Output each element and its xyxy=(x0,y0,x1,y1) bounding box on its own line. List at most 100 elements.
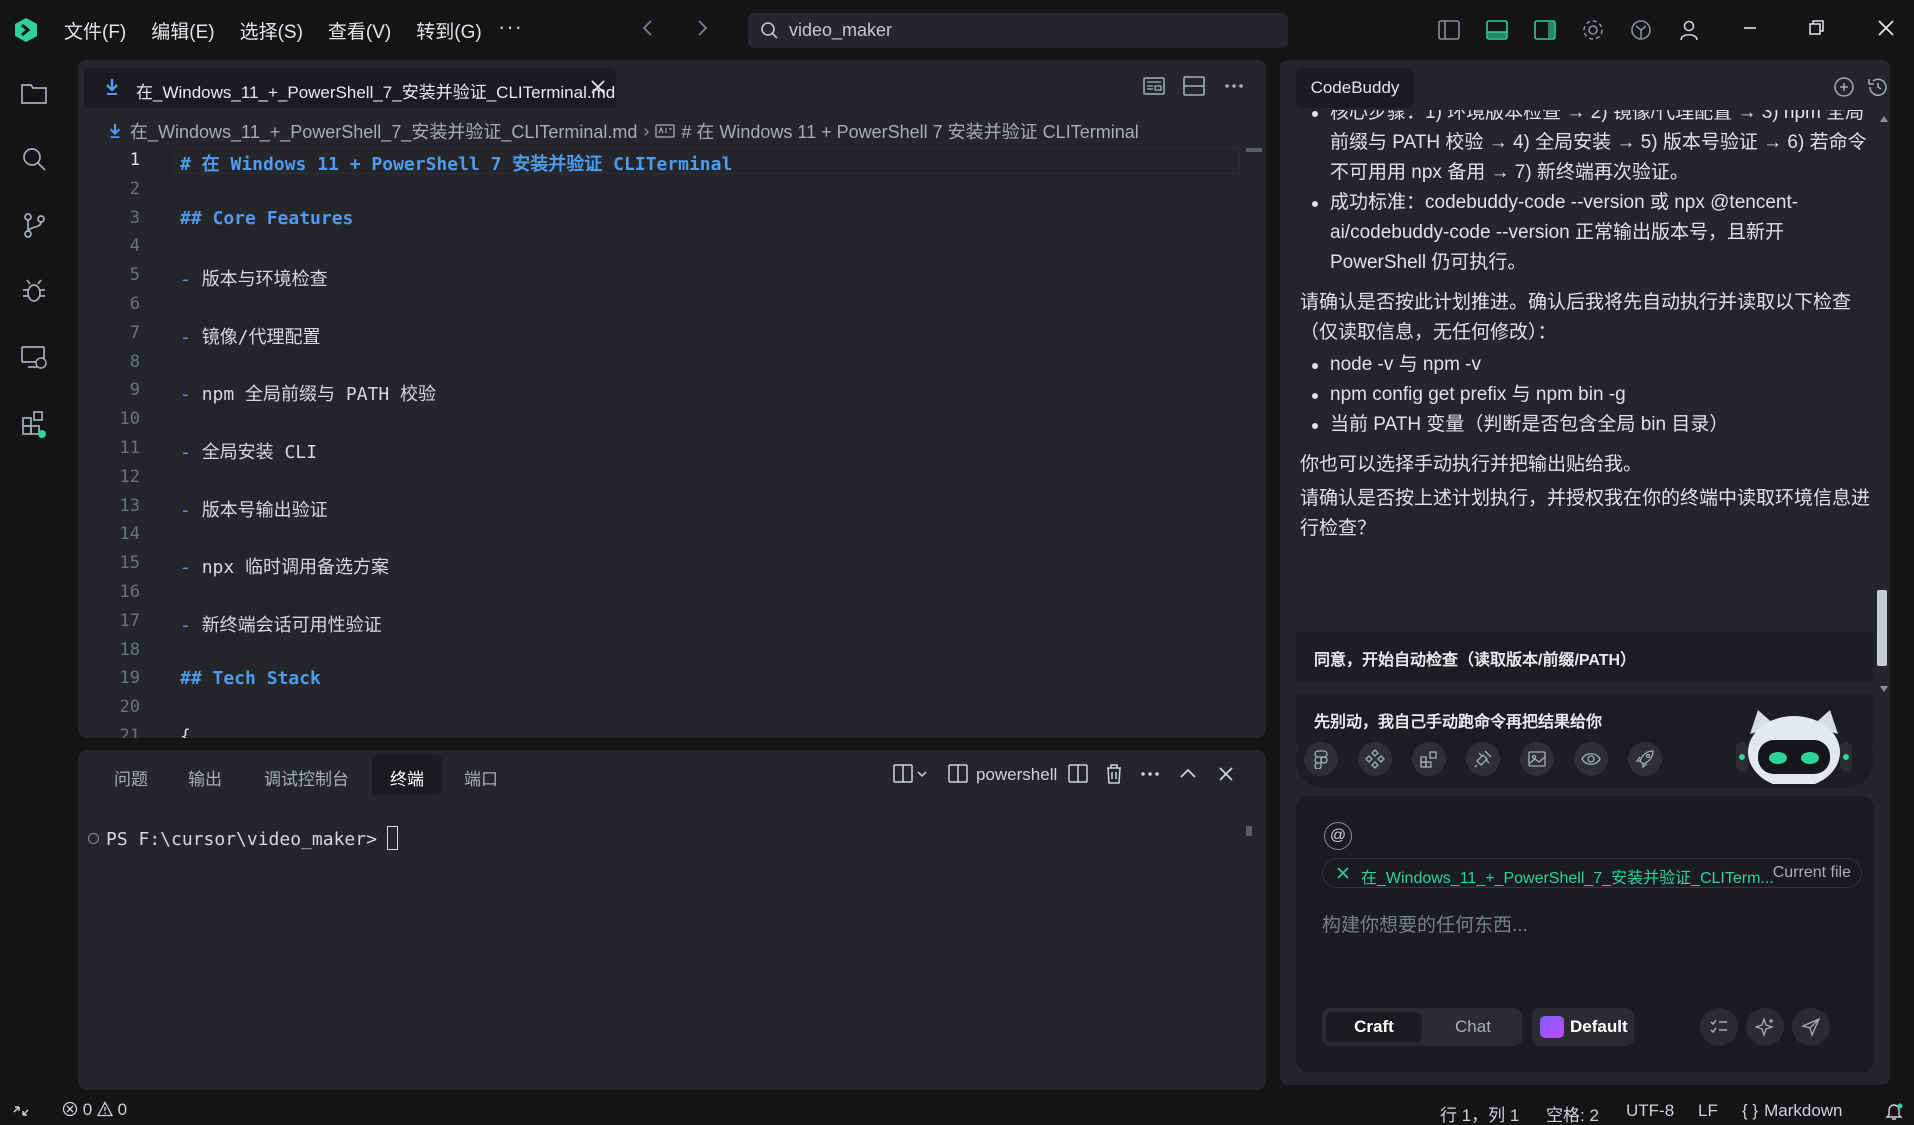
code-line: - npx 临时调用备选方案 xyxy=(180,553,389,579)
tab-terminal[interactable]: 终端 xyxy=(390,765,424,790)
open-preview-icon[interactable] xyxy=(1142,74,1166,98)
search-icon[interactable] xyxy=(19,144,49,174)
status-indentation[interactable]: 空格: 2 xyxy=(1546,1101,1599,1125)
explorer-folder-icon[interactable] xyxy=(19,78,49,108)
restore-window-icon[interactable] xyxy=(1802,14,1830,42)
new-terminal-dropdown-icon[interactable] xyxy=(892,762,932,786)
tab-problems[interactable]: 问题 xyxy=(114,765,148,790)
menu-bar: 文件(F) 编辑(E) 选择(S) 查看(V) 转到(G) xyxy=(64,17,507,44)
close-tab-icon[interactable] xyxy=(590,79,606,95)
terminal-output[interactable]: PS F:\cursor\video_maker> xyxy=(88,826,398,850)
chat-prompt-input[interactable] xyxy=(1322,906,1842,946)
list-bullet: - xyxy=(180,499,202,521)
tab-output[interactable]: 输出 xyxy=(188,765,222,790)
menu-goto[interactable]: 转到(G) xyxy=(416,17,481,44)
breadcrumb-file[interactable]: 在_Windows_11_+_PowerShell_7_安装并验证_CLITer… xyxy=(130,118,637,144)
mention-button[interactable]: @ xyxy=(1324,822,1352,850)
warning-count: 0 xyxy=(117,1100,128,1119)
close-panel-icon[interactable] xyxy=(1214,762,1238,786)
maximize-panel-chevron-up-icon[interactable] xyxy=(1176,762,1200,786)
account-user-icon[interactable] xyxy=(1676,17,1702,43)
menu-more-button[interactable]: ··· xyxy=(498,14,523,40)
back-arrow-icon[interactable] xyxy=(636,16,660,40)
code-line: - 镜像/代理配置 xyxy=(180,323,321,349)
close-window-icon[interactable] xyxy=(1872,14,1900,42)
status-cursor-position[interactable]: 行 1，列 1 xyxy=(1440,1101,1519,1125)
mode-craft-button[interactable]: Craft xyxy=(1326,1012,1422,1042)
toggle-secondary-sidebar-icon[interactable] xyxy=(1532,17,1558,43)
components-tool-button[interactable] xyxy=(1358,742,1392,776)
breadcrumb-symbol[interactable]: # 在 Windows 11 + PowerShell 7 安装并验证 CLIT… xyxy=(681,118,1138,144)
line-number: 14 xyxy=(119,524,140,545)
new-chat-icon[interactable] xyxy=(1832,75,1856,99)
source-control-icon[interactable] xyxy=(19,210,49,240)
line-number: 17 xyxy=(119,610,140,631)
extensions-blocks-icon[interactable] xyxy=(19,408,49,438)
notifications-bell-icon[interactable] xyxy=(1884,1101,1904,1121)
figma-tool-button[interactable] xyxy=(1304,742,1338,776)
settings-gear-icon[interactable] xyxy=(1580,17,1606,43)
panel-more-icon[interactable] xyxy=(1138,762,1162,786)
scroll-up-arrow-icon[interactable] xyxy=(1880,116,1888,122)
deploy-tool-button[interactable] xyxy=(1628,742,1662,776)
code-editor[interactable]: 1 # 在 Windows 11 + PowerShell 7 安装并验证 CLI… xyxy=(78,146,1266,738)
tab-debug-console[interactable]: 调试控制台 xyxy=(264,765,349,790)
editor-tab[interactable]: 在_Windows_11_+_PowerShell_7_安装并验证_CLITer… xyxy=(84,68,616,108)
preview-tool-button[interactable] xyxy=(1574,742,1608,776)
remote-connection-icon[interactable] xyxy=(10,1100,32,1122)
toggle-primary-sidebar-icon[interactable] xyxy=(1436,17,1462,43)
model-selector[interactable]: Default xyxy=(1532,1008,1634,1046)
extensions-shield-icon[interactable] xyxy=(1628,17,1654,43)
menu-view[interactable]: 查看(V) xyxy=(328,17,391,44)
markdown-file-icon xyxy=(106,79,118,95)
toggle-panel-icon[interactable] xyxy=(1484,17,1510,43)
menu-selection[interactable]: 选择(S) xyxy=(240,17,303,44)
scroll-down-arrow-icon[interactable] xyxy=(1880,686,1888,692)
task-list-button[interactable] xyxy=(1700,1008,1738,1046)
editor-tab-label: 在_Windows_11_+_PowerShell_7_安装并验证_CLITer… xyxy=(136,83,616,102)
enhance-prompt-button[interactable] xyxy=(1746,1008,1784,1046)
warning-triangle-icon xyxy=(96,1101,114,1117)
status-encoding[interactable]: UTF-8 xyxy=(1626,1101,1674,1121)
tab-ports[interactable]: 端口 xyxy=(464,765,498,790)
menu-edit[interactable]: 编辑(E) xyxy=(151,17,214,44)
plug-tool-button[interactable] xyxy=(1466,742,1500,776)
list-item-text: 版本与环境检查 xyxy=(201,269,328,291)
codebuddy-tab[interactable]: CodeBuddy xyxy=(1296,68,1414,108)
terminal-scrollbar[interactable] xyxy=(1246,826,1252,836)
line-number: 18 xyxy=(119,639,140,660)
split-editor-icon[interactable] xyxy=(1182,74,1206,98)
chat-scrollbar-thumb[interactable] xyxy=(1877,590,1887,666)
minimize-icon[interactable] xyxy=(1736,14,1764,42)
sparkle-icon xyxy=(1755,1017,1775,1037)
check-item: npm config get prefix 与 npm bin -g xyxy=(1312,380,1870,410)
line-number: 13 xyxy=(119,495,140,516)
status-problems[interactable]: 0 0 xyxy=(62,1100,127,1120)
line-number: 7 xyxy=(129,322,140,343)
history-icon[interactable] xyxy=(1866,75,1890,99)
error-count: 0 xyxy=(82,1100,93,1119)
chat-messages[interactable]: 核心步骤：1) 环境版本检查 → 2) 镜像/代理配置 → 3) npm 全局前… xyxy=(1280,110,1890,750)
status-language[interactable]: { } Markdown xyxy=(1742,1101,1843,1121)
code-line: # 在 Windows 11 + PowerShell 7 安装并验证 CLIT… xyxy=(180,154,733,175)
split-terminal-icon[interactable] xyxy=(1066,762,1090,786)
forward-arrow-icon[interactable] xyxy=(690,16,714,40)
remote-explorer-icon[interactable] xyxy=(19,342,49,372)
more-actions-icon[interactable] xyxy=(1222,74,1246,98)
menu-file[interactable]: 文件(F) xyxy=(64,17,126,44)
kill-terminal-trash-icon[interactable] xyxy=(1102,762,1126,786)
command-search-box[interactable]: video_maker xyxy=(748,13,1288,48)
run-debug-bug-icon[interactable] xyxy=(19,276,49,306)
context-file-chip[interactable]: 在_Windows_11_+_PowerShell_7_安装并验证_CLITer… xyxy=(1322,858,1862,888)
mode-chat-button[interactable]: Chat xyxy=(1428,1012,1518,1042)
codebuddy-mascot-icon xyxy=(1736,710,1852,784)
remove-context-icon[interactable] xyxy=(1335,865,1351,881)
send-button[interactable] xyxy=(1792,1008,1830,1046)
choice-agree-button[interactable]: 同意，开始自动检查（读取版本/前缀/PATH） xyxy=(1296,632,1874,682)
image-tool-button[interactable] xyxy=(1520,742,1554,776)
blocks-tool-button[interactable] xyxy=(1412,742,1446,776)
status-eol[interactable]: LF xyxy=(1698,1101,1718,1121)
list-item-text: 镜像/代理配置 xyxy=(201,326,321,348)
terminal-name[interactable]: powershell xyxy=(976,765,1057,785)
editor-scrollbar[interactable] xyxy=(1246,148,1262,152)
